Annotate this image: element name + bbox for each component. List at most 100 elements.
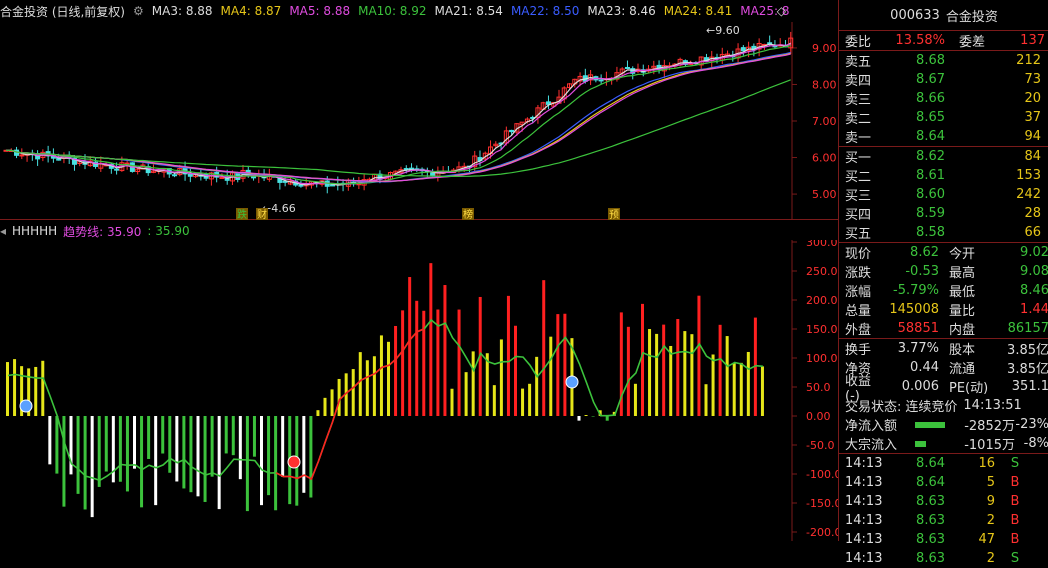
- asks-price: 8.65: [916, 110, 945, 125]
- indicator-bar: [415, 300, 419, 416]
- indicator-axis-label: -50.0: [806, 439, 834, 452]
- bids-row[interactable]: 买四 8.59 28: [839, 204, 1048, 223]
- asks-volume: 20: [1024, 91, 1041, 106]
- bids-row[interactable]: 买五 8.58 66: [839, 223, 1048, 242]
- indicator-bar: [422, 310, 426, 416]
- stat-row: 现价 8.62 今开 9.02: [839, 243, 1048, 262]
- tick-row[interactable]: 14:13 8.63 47 B: [839, 530, 1048, 549]
- chart-options-icon[interactable]: ◇: [777, 4, 786, 18]
- bids-volume: 28: [1024, 206, 1041, 221]
- bids-row[interactable]: 买一 8.62 84: [839, 147, 1048, 166]
- stat-label: 今开: [949, 247, 976, 262]
- event-marker[interactable]: 预: [609, 209, 619, 220]
- stat-label: 现价: [845, 247, 872, 262]
- tick-row[interactable]: 14:13 8.63 2 B: [839, 511, 1048, 530]
- ma-legend-item: MA23: 8.46: [587, 4, 656, 18]
- ask-book: 卖五 8.68 212 卖四 8.67 73 卖三 8.66 20 卖二 8.65 37 卖一 8.64 9…: [839, 51, 1048, 146]
- tick-row[interactable]: 14:13 8.64 5 B: [839, 473, 1048, 492]
- tick-row[interactable]: 14:13 8.64 16 S: [839, 454, 1048, 473]
- weicha-value: 137: [1020, 33, 1045, 48]
- ma-legend-item: MA21: 8.54: [434, 4, 503, 18]
- indicator-bar: [154, 416, 158, 506]
- indicator-bar: [669, 345, 673, 416]
- event-marker[interactable]: 榜: [463, 208, 473, 220]
- candle-body: [298, 184, 304, 187]
- indicator-bar: [224, 416, 228, 454]
- indicator-bar: [316, 410, 320, 416]
- settings-gear-icon[interactable]: ⚙: [133, 4, 144, 18]
- indicator-bar: [718, 324, 722, 416]
- indicator-bar: [358, 352, 362, 416]
- tick-price: 8.63: [916, 494, 945, 509]
- trade-status-value: 连续竞价: [905, 400, 958, 415]
- asks-row[interactable]: 卖五 8.68 212: [839, 51, 1048, 70]
- ma-legend-item: MA10: 8.92: [358, 4, 427, 18]
- collapse-icon[interactable]: ◂: [0, 224, 6, 238]
- indicator-bar: [69, 416, 73, 475]
- asks-label: 卖五: [845, 55, 872, 70]
- stat-label: PE(动): [949, 381, 989, 396]
- event-marker[interactable]: 财: [257, 208, 267, 220]
- indicator-bar: [34, 366, 38, 416]
- stat-label: 涨幅: [845, 285, 872, 300]
- bids-price: 8.58: [916, 225, 945, 240]
- indicator-bar: [231, 416, 235, 456]
- bids-price: 8.62: [916, 149, 945, 164]
- stat-label: 股本: [949, 343, 976, 358]
- price-axis-label: 6.00: [812, 152, 837, 165]
- ma-legend-item: MA4: 8.87: [220, 4, 282, 18]
- tick-row[interactable]: 14:13 8.63 2 S: [839, 549, 1048, 568]
- price-chart[interactable]: 9.008.007.006.005.00←9.60←4.66跌财榜预: [0, 22, 838, 220]
- weibi-row: 委比 13.58% 委差 137: [839, 31, 1048, 50]
- tick-row[interactable]: 14:13 8.63 9 B: [839, 492, 1048, 511]
- asks-price: 8.67: [916, 72, 945, 87]
- ma-legend-item: MA3: 8.88: [151, 4, 213, 18]
- indicator-chart[interactable]: 300.0 250.0 200.0 150.0 100.0 50.0 0.00 -50.0 -1…: [0, 240, 838, 541]
- asks-row[interactable]: 卖四 8.67 73: [839, 70, 1048, 89]
- indicator-bar: [711, 354, 715, 416]
- signal-marker[interactable]: [287, 455, 301, 469]
- asks-row[interactable]: 卖一 8.64 94: [839, 127, 1048, 146]
- tick-time: 14:13: [845, 513, 883, 528]
- high-price-marker: ←9.60: [706, 24, 740, 37]
- indicator-bar: [485, 353, 489, 416]
- tick-list[interactable]: 14:13 8.64 16 S 14:13 8.64 5 B 14:13 8.63 9 B 14:13 8…: [839, 454, 1048, 568]
- chart-title[interactable]: 合金投资 (日线,前复权): [0, 3, 125, 20]
- asks-row[interactable]: 卖二 8.65 37: [839, 108, 1048, 127]
- candle-body: [124, 162, 130, 165]
- indicator-axis-label: 100.0: [806, 352, 838, 365]
- flow-bar: [915, 421, 946, 428]
- stat-value: 3.85亿: [1007, 362, 1048, 377]
- indicator-bar: [175, 416, 179, 482]
- indicator-bar: [351, 369, 355, 416]
- quote-stats: 现价 8.62 今开 9.02 涨跌 -0.53 最高 9.08 涨幅 -5.79% 最低 8.46 总…: [839, 243, 1048, 338]
- stat-value: 351.1: [1011, 379, 1048, 394]
- indicator-bar: [450, 388, 454, 416]
- weicha-label: 委差: [959, 35, 986, 50]
- tick-time: 14:13: [845, 475, 883, 490]
- asks-volume: 94: [1024, 129, 1041, 144]
- bids-label: 买一: [845, 151, 872, 166]
- tick-side: B: [1010, 494, 1020, 509]
- signal-marker[interactable]: [19, 399, 33, 413]
- bids-row[interactable]: 买三 8.60 242: [839, 185, 1048, 204]
- indicator-bar: [760, 366, 764, 416]
- indicator-bar: [97, 416, 101, 487]
- flow-row: 净流入额 -2852万 -23%: [839, 415, 1048, 434]
- indicator-bar: [683, 331, 687, 416]
- bids-row[interactable]: 买二 8.61 153: [839, 166, 1048, 185]
- asks-price: 8.68: [916, 53, 945, 68]
- indicator-bar: [260, 416, 263, 506]
- stat-value: 0.44: [910, 360, 939, 375]
- indicator-bar: [372, 356, 376, 416]
- flow-value: -2852万: [964, 419, 1015, 434]
- asks-row[interactable]: 卖三 8.66 20: [839, 89, 1048, 108]
- bids-price: 8.59: [916, 206, 945, 221]
- tick-side: B: [1010, 475, 1020, 490]
- indicator-bar: [133, 416, 136, 469]
- indicator-axis-label: -200.0: [806, 526, 838, 539]
- signal-marker[interactable]: [565, 375, 579, 389]
- tick-volume: 47: [978, 532, 995, 547]
- indicator-bar: [535, 356, 539, 416]
- event-marker[interactable]: 跌: [237, 208, 247, 220]
